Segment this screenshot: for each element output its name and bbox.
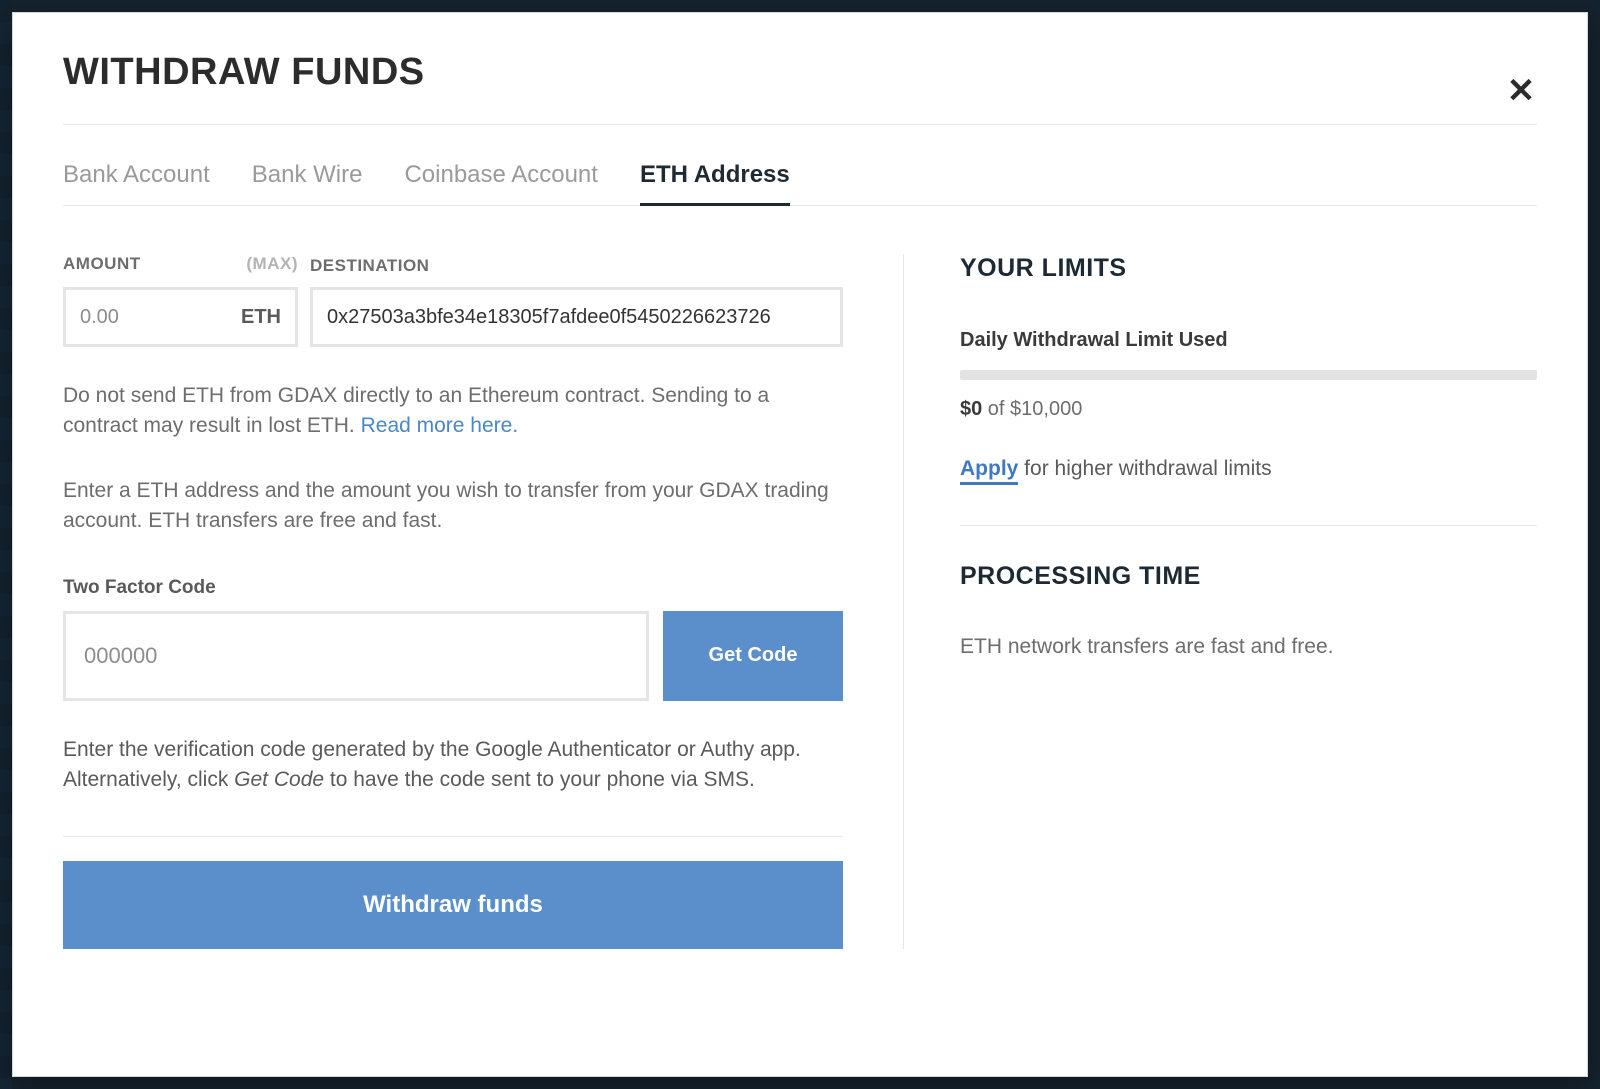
amount-input[interactable] — [80, 306, 233, 329]
contract-warning: Do not send ETH from GDAX directly to an… — [63, 381, 843, 442]
tab-eth-address[interactable]: ETH Address — [640, 147, 790, 205]
destination-label: DESTINATION — [310, 256, 429, 275]
two-factor-help: Enter the verification code generated by… — [63, 735, 843, 796]
divider — [63, 836, 843, 837]
destination-input[interactable] — [327, 306, 826, 329]
two-factor-label: Two Factor Code — [63, 577, 843, 599]
two-factor-input-wrapper[interactable] — [63, 611, 649, 701]
processing-time-heading: PROCESSING TIME — [960, 562, 1537, 591]
processing-time-body: ETH network transfers are fast and free. — [960, 635, 1537, 659]
withdraw-funds-button[interactable]: Withdraw funds — [63, 861, 843, 949]
instruction-text: Enter a ETH address and the amount you w… — [63, 476, 843, 537]
read-more-link[interactable]: Read more here. — [361, 414, 519, 437]
amount-unit: ETH — [241, 306, 281, 329]
close-icon: ✕ — [1507, 71, 1536, 111]
withdraw-modal: WITHDRAW FUNDS ✕ Bank Account Bank Wire … — [12, 12, 1588, 1077]
withdraw-form: AMOUNT (MAX) DESTINATION ETH Do not send… — [63, 254, 903, 949]
two-factor-input[interactable] — [84, 643, 628, 669]
apply-link[interactable]: Apply — [960, 457, 1018, 485]
limits-sidebar: YOUR LIMITS Daily Withdrawal Limit Used … — [903, 254, 1537, 949]
divider — [960, 525, 1537, 526]
tab-coinbase-account[interactable]: Coinbase Account — [404, 147, 597, 205]
close-button[interactable]: ✕ — [1501, 71, 1541, 111]
tab-bank-account[interactable]: Bank Account — [63, 147, 210, 205]
amount-label: AMOUNT — [63, 254, 141, 274]
modal-title: WITHDRAW FUNDS — [63, 51, 1537, 94]
amount-input-wrapper[interactable]: ETH — [63, 287, 298, 347]
destination-input-wrapper[interactable] — [310, 287, 843, 347]
tab-bank-wire[interactable]: Bank Wire — [252, 147, 363, 205]
get-code-button[interactable]: Get Code — [663, 611, 843, 701]
max-button[interactable]: (MAX) — [246, 254, 298, 274]
daily-limit-label: Daily Withdrawal Limit Used — [960, 329, 1537, 352]
withdraw-method-tabs: Bank Account Bank Wire Coinbase Account … — [63, 147, 1537, 206]
your-limits-heading: YOUR LIMITS — [960, 254, 1537, 283]
divider — [63, 124, 1537, 125]
limit-progress-bar — [960, 370, 1537, 380]
limit-usage-text: $0 of $10,000 — [960, 398, 1537, 421]
apply-higher-limits: Apply for higher withdrawal limits — [960, 457, 1537, 481]
